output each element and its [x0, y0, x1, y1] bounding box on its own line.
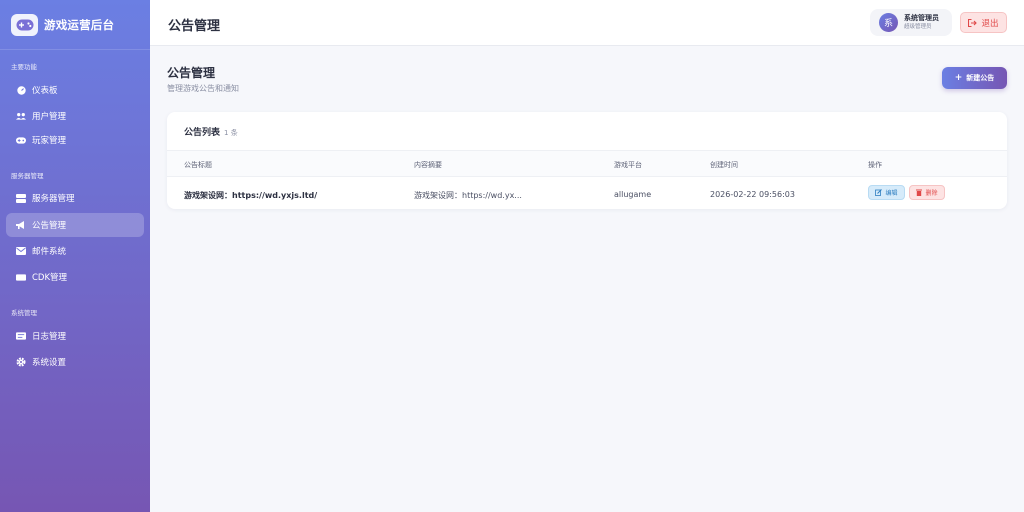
- sidebar-item-label: CDK管理: [32, 273, 68, 283]
- sidebar-item-label: 系统设置: [32, 358, 67, 368]
- column-header-platform: 游戏平台: [614, 161, 642, 169]
- logout-button[interactable]: 退出: [960, 12, 1007, 33]
- user-role: 超级管理员: [904, 24, 932, 30]
- users-icon: [16, 111, 26, 121]
- column-header-title: 公告标题: [184, 161, 212, 169]
- sidebar-item-label: 用户管理: [32, 112, 67, 122]
- topbar: 公告管理 系 系统管理员 超级管理员 退出: [150, 0, 1024, 46]
- avatar: 系: [879, 13, 898, 32]
- sidebar-item-dashboard[interactable]: 仪表板: [6, 78, 144, 102]
- user-profile[interactable]: 系 系统管理员 超级管理员: [870, 9, 952, 36]
- megaphone-icon: [16, 220, 26, 230]
- delete-button[interactable]: 删除: [909, 185, 945, 200]
- sidebar-item-announcements[interactable]: 公告管理: [6, 213, 144, 237]
- sidebar-item-users[interactable]: 用户管理: [6, 104, 144, 128]
- page-title: 公告管理: [167, 66, 216, 80]
- sidebar-item-label: 玩家管理: [32, 136, 67, 146]
- sidebar-item-cdk[interactable]: CDK管理: [6, 265, 144, 289]
- column-header-actions: 操作: [868, 161, 882, 169]
- sidebar-item-settings[interactable]: 系统设置: [6, 350, 144, 374]
- new-announcement-button[interactable]: + 新建公告: [942, 67, 1007, 89]
- sidebar-item-label: 服务器管理: [32, 194, 75, 204]
- sidebar-item-server[interactable]: 服务器管理: [6, 186, 144, 210]
- sidebar-item-players[interactable]: 玩家管理: [6, 128, 144, 152]
- cell-summary: 游戏架设网：https://wd.yx...: [414, 191, 522, 200]
- brand: 游戏运营后台: [0, 0, 150, 50]
- server-icon: [16, 193, 26, 203]
- edit-icon: [875, 189, 885, 196]
- ticket-icon: [16, 272, 26, 282]
- sidebar-item-label: 日志管理: [32, 332, 67, 342]
- sidebar-item-label: 仪表板: [32, 86, 58, 96]
- brand-title: 游戏运营后台: [44, 17, 115, 32]
- card-header: 公告列表 1 条: [184, 125, 238, 138]
- gamepad-icon: [16, 135, 26, 145]
- page-subtitle: 管理游戏公告和通知: [167, 84, 239, 93]
- edit-label: 编辑: [885, 190, 898, 197]
- header-title: 公告管理: [168, 19, 221, 34]
- log-icon: [16, 331, 26, 341]
- mail-icon: [16, 246, 26, 256]
- announcement-table-card: 公告列表 1 条 公告标题 内容摘要 游戏平台 创建时间 操作 游戏架设网：ht…: [167, 112, 1007, 209]
- cell-title: 游戏架设网：https://wd.yxjs.ltd/: [184, 191, 318, 200]
- user-name: 系统管理员: [904, 14, 939, 22]
- gamepad-logo-icon: [11, 13, 38, 36]
- sidebar-item-mail[interactable]: 邮件系统: [6, 239, 144, 263]
- sidebar-item-label: 公告管理: [32, 221, 67, 231]
- delete-label: 删除: [925, 190, 938, 197]
- section-label-server: 服务器管理: [11, 172, 44, 180]
- new-button-label: 新建公告: [966, 74, 995, 82]
- sidebar-item-logs[interactable]: 日志管理: [6, 324, 144, 348]
- table-header: 公告标题 内容摘要 游戏平台 创建时间 操作: [167, 150, 1007, 177]
- table-count: 1 条: [224, 129, 238, 137]
- sidebar-item-label: 邮件系统: [32, 247, 67, 257]
- cell-platform: allugame: [614, 190, 652, 199]
- dashboard-icon: [16, 85, 26, 95]
- logout-label: 退出: [981, 18, 999, 29]
- trash-icon: [916, 189, 925, 196]
- table-title: 公告列表: [184, 128, 221, 138]
- column-header-created: 创建时间: [710, 161, 738, 169]
- section-label-main: 主要功能: [11, 63, 37, 71]
- sidebar: 游戏运营后台 主要功能 仪表板 用户管理 玩家管理 服务器管理 服务器管理 公告…: [0, 0, 150, 512]
- cell-created: 2026-02-22 09:56:03: [710, 190, 795, 199]
- logout-icon: [968, 18, 978, 27]
- section-label-system: 系统管理: [11, 309, 37, 317]
- edit-button[interactable]: 编辑: [868, 185, 905, 200]
- gear-icon: [16, 357, 26, 367]
- column-header-summary: 内容摘要: [414, 161, 442, 169]
- plus-icon: +: [954, 72, 963, 83]
